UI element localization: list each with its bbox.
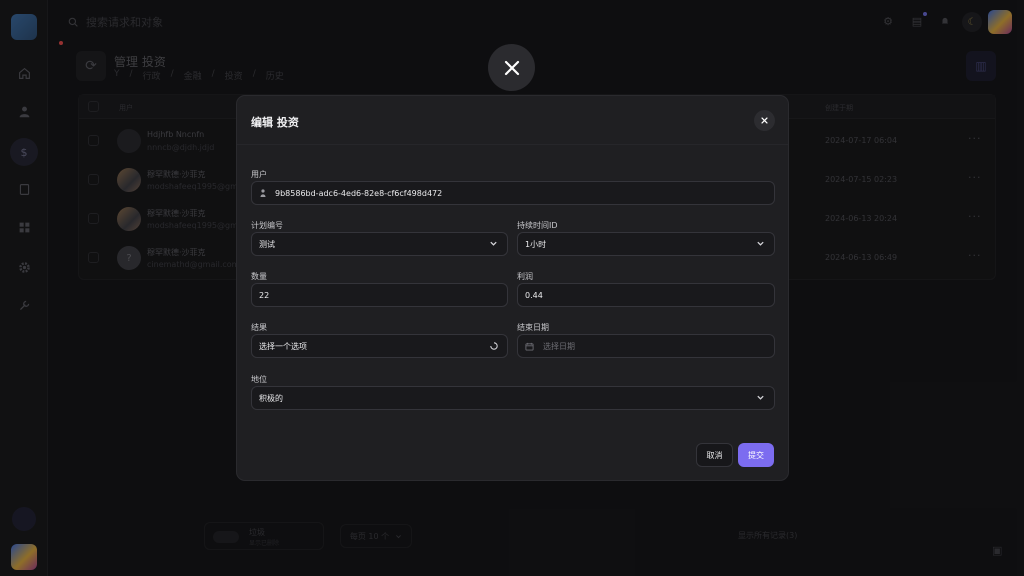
duration-label: 持续时间ID bbox=[517, 221, 558, 230]
chevron-down-icon bbox=[757, 395, 764, 400]
profit-value: 0.44 bbox=[525, 290, 543, 300]
close-icon bbox=[504, 60, 519, 75]
amount-input[interactable]: 22 bbox=[251, 283, 508, 307]
close-overlay-button[interactable] bbox=[488, 44, 535, 91]
end-date-picker[interactable]: 选择日期 bbox=[517, 334, 775, 358]
user-value: 9b8586bd-adc6-4ed6-82e8-cf6cf498d472 bbox=[275, 188, 443, 198]
duration-value: 1小时 bbox=[525, 239, 547, 249]
modal-close-button[interactable] bbox=[754, 110, 775, 131]
plan-value: 测试 bbox=[259, 239, 275, 249]
amount-value: 22 bbox=[259, 290, 270, 300]
plan-select[interactable]: 测试 bbox=[251, 232, 508, 256]
divider bbox=[237, 144, 788, 145]
status-label: 地位 bbox=[251, 375, 267, 384]
end-date-placeholder: 选择日期 bbox=[543, 341, 575, 351]
result-label: 结果 bbox=[251, 323, 267, 332]
end-date-label: 结束日期 bbox=[517, 323, 549, 332]
plan-label: 计划编号 bbox=[251, 221, 283, 230]
chevron-down-icon bbox=[757, 241, 764, 246]
submit-button[interactable]: 提交 bbox=[738, 443, 774, 467]
status-value: 积极的 bbox=[259, 393, 283, 403]
profit-input[interactable]: 0.44 bbox=[517, 283, 775, 307]
loading-spinner-icon bbox=[490, 342, 498, 350]
duration-select[interactable]: 1小时 bbox=[517, 232, 775, 256]
edit-investment-modal: 编辑 投资 用户 9b8586bd-adc6-4ed6-82e8-cf6cf49… bbox=[236, 95, 789, 481]
result-value: 选择一个选项 bbox=[259, 341, 307, 351]
modal-title: 编辑 投资 bbox=[251, 116, 299, 129]
result-select[interactable]: 选择一个选项 bbox=[251, 334, 508, 358]
cancel-button[interactable]: 取消 bbox=[696, 443, 733, 467]
user-icon bbox=[259, 189, 267, 197]
user-field[interactable]: 9b8586bd-adc6-4ed6-82e8-cf6cf498d472 bbox=[251, 181, 775, 205]
chevron-down-icon bbox=[490, 241, 497, 246]
close-icon bbox=[761, 117, 768, 124]
user-label: 用户 bbox=[251, 170, 267, 179]
calendar-icon bbox=[525, 342, 534, 351]
status-select[interactable]: 积极的 bbox=[251, 386, 775, 410]
profit-label: 利润 bbox=[517, 272, 533, 281]
amount-label: 数量 bbox=[251, 272, 267, 281]
